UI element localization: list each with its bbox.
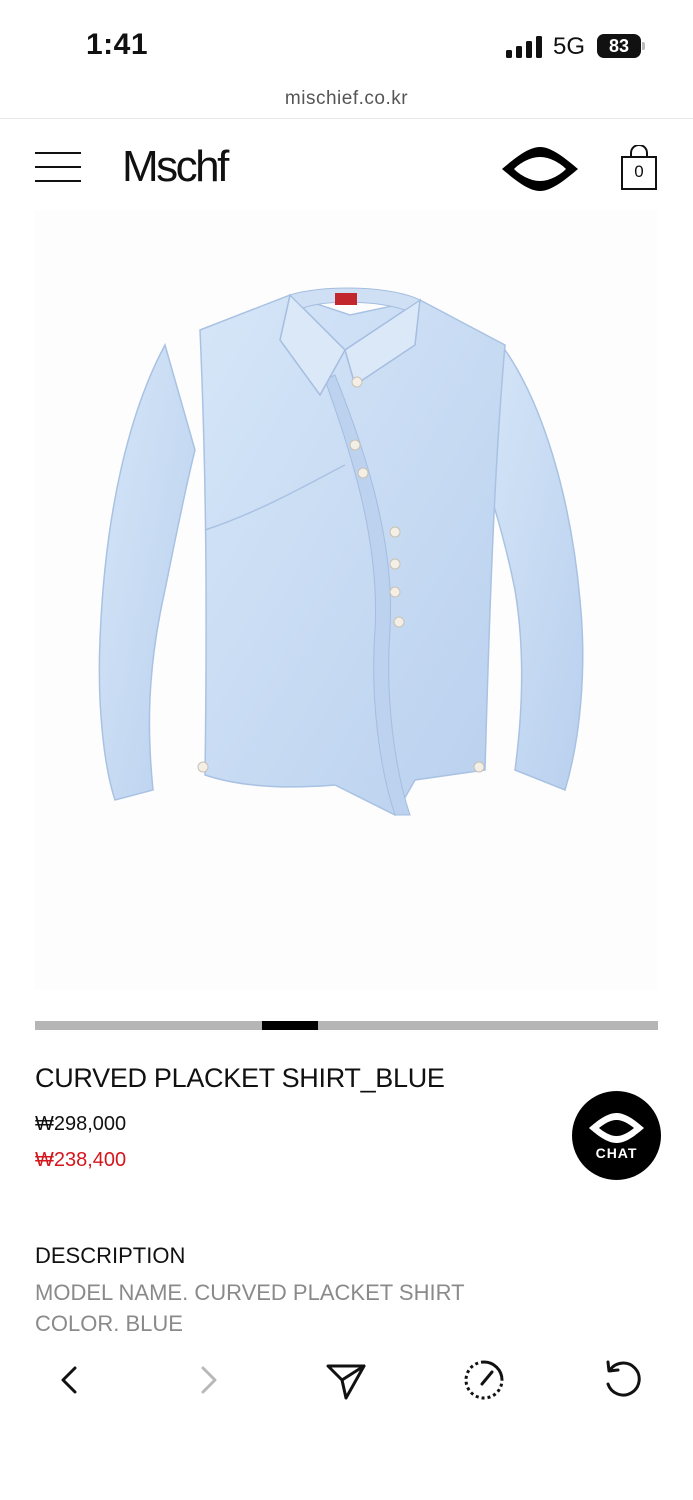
speed-icon[interactable] (460, 1356, 508, 1404)
network-type: 5G (553, 33, 586, 60)
description-line: COLOR. BLUE (35, 1311, 183, 1336)
battery-level: 83 (597, 34, 641, 58)
hamburger-menu-icon[interactable] (35, 152, 81, 184)
battery-icon: 83 (597, 34, 645, 58)
status-bar: 1:41 5G 83 (0, 0, 693, 80)
battery-cap (642, 42, 645, 50)
image-slider[interactable] (35, 1021, 658, 1030)
cart-count: 0 (634, 162, 644, 181)
price-sale: ₩238,400 (35, 1149, 127, 1171)
slider-thumb[interactable] (262, 1021, 318, 1030)
blue-shirt-photo (98, 287, 584, 816)
cellular-signal-icon (506, 36, 542, 58)
chat-eye-icon (589, 1113, 644, 1143)
status-time: 1:41 (86, 28, 149, 61)
back-icon[interactable] (45, 1356, 93, 1404)
shopping-bag-icon[interactable]: 0 (620, 144, 658, 191)
chat-label: CHAT (595, 1145, 638, 1161)
description-heading: DESCRIPTION (35, 1243, 186, 1268)
reload-icon[interactable] (598, 1356, 646, 1404)
brand-eye-icon[interactable] (500, 145, 580, 193)
description-line: MODEL NAME. CURVED PLACKET SHIRT (35, 1280, 465, 1305)
share-icon[interactable] (322, 1356, 370, 1404)
site-logo[interactable]: Mschf (122, 142, 229, 192)
forward-icon[interactable] (185, 1356, 233, 1404)
product-title: CURVED PLACKET SHIRT_BLUE (35, 1063, 445, 1093)
url-bar[interactable]: mischief.co.kr (0, 88, 693, 110)
product-image[interactable] (35, 210, 657, 990)
price-original: ₩298,000 (35, 1113, 127, 1135)
chat-button[interactable]: CHAT (572, 1091, 661, 1180)
url-divider (0, 118, 693, 119)
